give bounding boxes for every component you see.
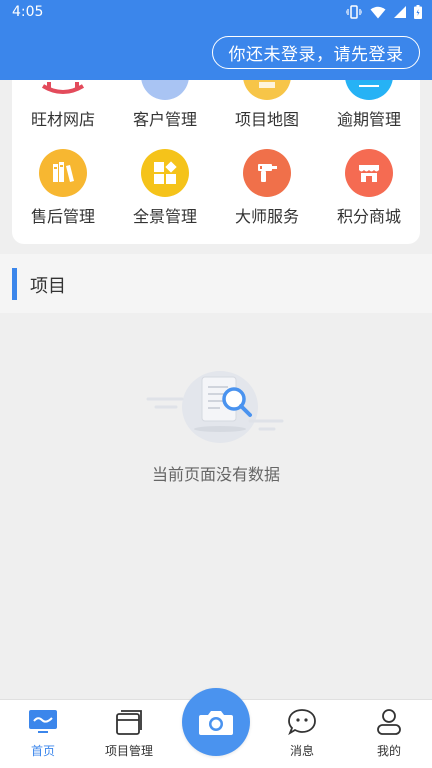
tab-project-management[interactable]: 项目管理 xyxy=(86,708,172,759)
camera-button[interactable] xyxy=(182,688,250,756)
drill-icon xyxy=(243,149,291,197)
empty-message: 当前页面没有数据 xyxy=(151,465,280,484)
menu-item-project-map[interactable]: 项目地图 xyxy=(216,80,318,130)
vibrate-icon xyxy=(345,5,363,23)
tab-messages-label: 消息 xyxy=(289,744,314,758)
shop-icon xyxy=(39,80,87,100)
menu-item-panorama[interactable]: 全景管理 xyxy=(114,149,216,227)
menu-item-label: 售后管理 xyxy=(30,207,95,226)
tab-messages[interactable]: 消息 xyxy=(259,708,345,759)
camera-icon xyxy=(199,711,233,735)
wifi-icon xyxy=(370,6,386,23)
section-title: 项目 xyxy=(30,276,66,297)
menu-item-customers[interactable]: 客户管理 xyxy=(114,80,216,130)
store-icon xyxy=(345,149,393,197)
status-bar: 4:05 xyxy=(0,0,432,26)
menu-card: 旺材网店 客户管理 项目地图 逾期管理 售后管理 全景管理 大师服务 积分商城 xyxy=(12,80,420,244)
chat-bubble-icon xyxy=(288,709,316,736)
menu-item-shop[interactable]: 旺材网店 xyxy=(12,80,114,130)
login-button[interactable]: 你还未登录，请先登录 xyxy=(212,36,420,69)
menu-item-master-service[interactable]: 大师服务 xyxy=(216,149,318,227)
menu-item-after-sales[interactable]: 售后管理 xyxy=(12,149,114,227)
tab-home[interactable]: 首页 xyxy=(0,708,86,759)
empty-search-illustration xyxy=(146,365,286,453)
menu-item-label: 项目地图 xyxy=(234,110,299,129)
tab-mine-label: 我的 xyxy=(376,744,401,758)
home-monitor-icon xyxy=(29,710,57,733)
signal-icon xyxy=(394,6,406,22)
menu-item-overdue[interactable]: 逾期管理 xyxy=(318,80,420,130)
status-time: 4:05 xyxy=(12,4,44,20)
battery-icon xyxy=(414,5,422,23)
menu-item-label: 逾期管理 xyxy=(336,110,401,129)
panorama-icon xyxy=(141,149,189,197)
books-icon xyxy=(39,149,87,197)
overdue-icon xyxy=(345,80,393,100)
menu-item-label: 客户管理 xyxy=(132,110,197,129)
tab-mine[interactable]: 我的 xyxy=(346,708,432,759)
section-accent-bar xyxy=(12,268,17,300)
header-bar: 你还未登录，请先登录 xyxy=(0,26,432,80)
tab-home-label: 首页 xyxy=(30,744,55,758)
menu-item-label: 大师服务 xyxy=(234,207,299,226)
user-icon xyxy=(377,709,401,735)
window-icon xyxy=(116,710,142,735)
empty-state: 当前页面没有数据 xyxy=(0,313,432,699)
tab-project-management-label: 项目管理 xyxy=(104,744,153,758)
menu-item-points-mall[interactable]: 积分商城 xyxy=(318,149,420,227)
menu-item-label: 积分商城 xyxy=(336,207,401,226)
menu-item-label: 全景管理 xyxy=(132,207,197,226)
project-section-header: 项目 xyxy=(0,254,432,313)
customer-icon xyxy=(141,80,189,100)
map-icon xyxy=(243,80,291,100)
menu-item-label: 旺材网店 xyxy=(30,110,95,129)
